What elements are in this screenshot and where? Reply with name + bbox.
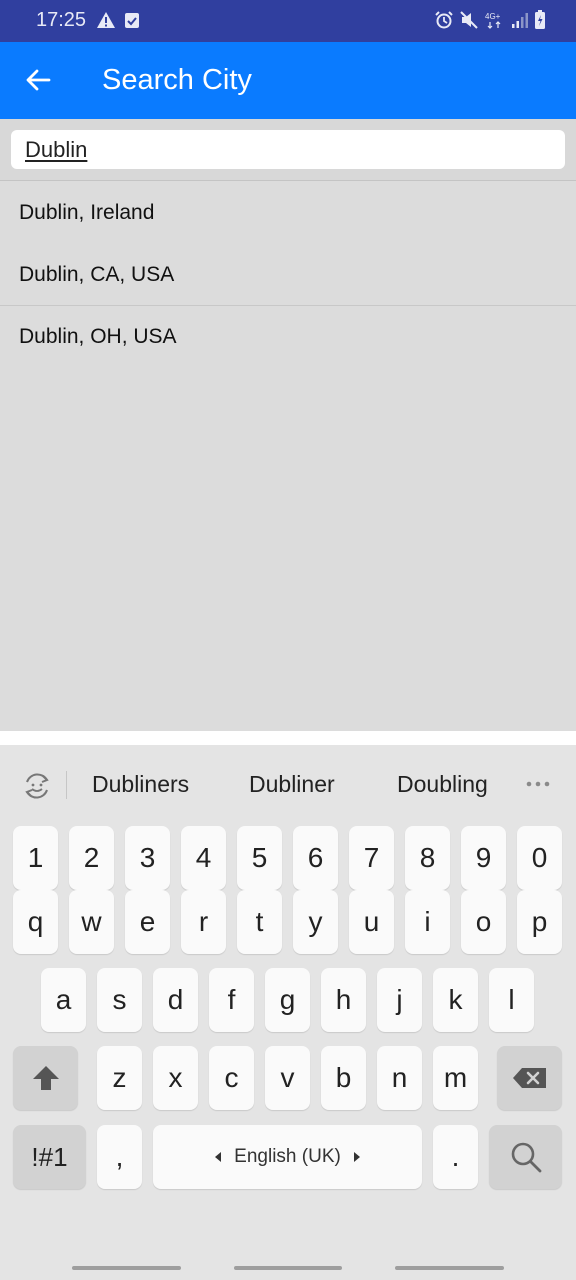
nav-home-bar[interactable] (234, 1266, 342, 1270)
key-1[interactable]: 1 (13, 826, 58, 890)
period-key[interactable]: . (433, 1125, 478, 1189)
search-icon (511, 1142, 541, 1173)
key-a[interactable]: a (41, 968, 86, 1032)
symbols-key[interactable]: !#1 (13, 1125, 86, 1189)
city-search-input[interactable] (11, 130, 565, 169)
task-check-icon (124, 11, 140, 29)
battery-charging-icon (534, 10, 546, 30)
key-h[interactable]: h (321, 968, 366, 1032)
svg-text:4G+: 4G+ (485, 12, 501, 21)
shift-key[interactable] (13, 1046, 78, 1110)
key-x[interactable]: x (153, 1046, 198, 1110)
key-q[interactable]: q (13, 890, 58, 954)
suggestion-bar: Dubliners Dubliner Doubling (0, 745, 576, 825)
nav-recents-bar[interactable] (72, 1266, 181, 1270)
emoji-toggle-button[interactable] (18, 767, 56, 805)
suggestion-2[interactable]: Dubliner (249, 771, 335, 798)
key-y[interactable]: y (293, 890, 338, 954)
key-d[interactable]: d (153, 968, 198, 1032)
page-title: Search City (102, 64, 252, 96)
comma-key[interactable]: , (97, 1125, 142, 1189)
more-suggestions-button[interactable] (524, 773, 552, 795)
key-s[interactable]: s (97, 968, 142, 1032)
key-9[interactable]: 9 (461, 826, 506, 890)
keyboard-top-gap (0, 731, 576, 745)
on-screen-keyboard: Dubliners Dubliner Doubling 1 2 3 4 5 6 … (0, 745, 576, 1280)
search-key[interactable] (489, 1125, 562, 1189)
suggestion-3[interactable]: Doubling (397, 771, 488, 798)
key-b[interactable]: b (321, 1046, 366, 1110)
key-0[interactable]: 0 (517, 826, 562, 890)
status-left-icons (96, 11, 140, 29)
key-4[interactable]: 4 (181, 826, 226, 890)
key-k[interactable]: k (433, 968, 478, 1032)
language-left-arrow-icon (215, 1152, 222, 1162)
result-item-dublin-ca-usa[interactable]: Dublin, CA, USA (0, 244, 576, 306)
key-l[interactable]: l (489, 968, 534, 1032)
back-button[interactable] (18, 60, 58, 100)
result-item-dublin-oh-usa[interactable]: Dublin, OH, USA (0, 306, 576, 368)
key-t[interactable]: t (237, 890, 282, 954)
app-bar: Search City (0, 42, 576, 119)
emoji-toggle-icon (25, 773, 49, 799)
search-area (0, 119, 576, 181)
status-time: 17:25 (36, 9, 87, 31)
key-7[interactable]: 7 (349, 826, 394, 890)
key-8[interactable]: 8 (405, 826, 450, 890)
key-3[interactable]: 3 (125, 826, 170, 890)
backspace-key[interactable] (497, 1046, 562, 1110)
key-i[interactable]: i (405, 890, 450, 954)
key-p[interactable]: p (517, 890, 562, 954)
mute-icon (459, 10, 479, 30)
suggestion-divider (66, 771, 67, 799)
key-n[interactable]: n (377, 1046, 422, 1110)
key-u[interactable]: u (349, 890, 394, 954)
key-w[interactable]: w (69, 890, 114, 954)
space-bar-label: English (UK) (234, 1146, 341, 1167)
shift-icon (32, 1066, 59, 1090)
results-list: Dublin, Ireland Dublin, CA, USA Dublin, … (0, 182, 576, 368)
backspace-icon (512, 1068, 546, 1088)
key-o[interactable]: o (461, 890, 506, 954)
warning-icon (96, 11, 116, 29)
key-j[interactable]: j (377, 968, 422, 1032)
suggestion-1[interactable]: Dubliners (92, 771, 189, 798)
key-f[interactable]: f (209, 968, 254, 1032)
signal-icon (511, 11, 529, 29)
network-4g-icon: 4G+ (484, 10, 506, 30)
key-m[interactable]: m (433, 1046, 478, 1110)
alarm-icon (434, 10, 454, 30)
key-r[interactable]: r (181, 890, 226, 954)
language-right-arrow-icon (353, 1152, 360, 1162)
key-z[interactable]: z (97, 1046, 142, 1110)
status-bar: 17:25 4G+ (0, 0, 576, 42)
key-e[interactable]: e (125, 890, 170, 954)
key-2[interactable]: 2 (69, 826, 114, 890)
arrow-back-icon (26, 69, 51, 91)
key-5[interactable]: 5 (237, 826, 282, 890)
status-right-icons: 4G+ (434, 10, 546, 30)
more-icon (526, 781, 550, 787)
key-c[interactable]: c (209, 1046, 254, 1110)
nav-back-bar[interactable] (395, 1266, 504, 1270)
key-v[interactable]: v (265, 1046, 310, 1110)
key-6[interactable]: 6 (293, 826, 338, 890)
space-bar[interactable]: English (UK) (153, 1125, 422, 1189)
result-item-dublin-ireland[interactable]: Dublin, Ireland (0, 182, 576, 244)
key-g[interactable]: g (265, 968, 310, 1032)
